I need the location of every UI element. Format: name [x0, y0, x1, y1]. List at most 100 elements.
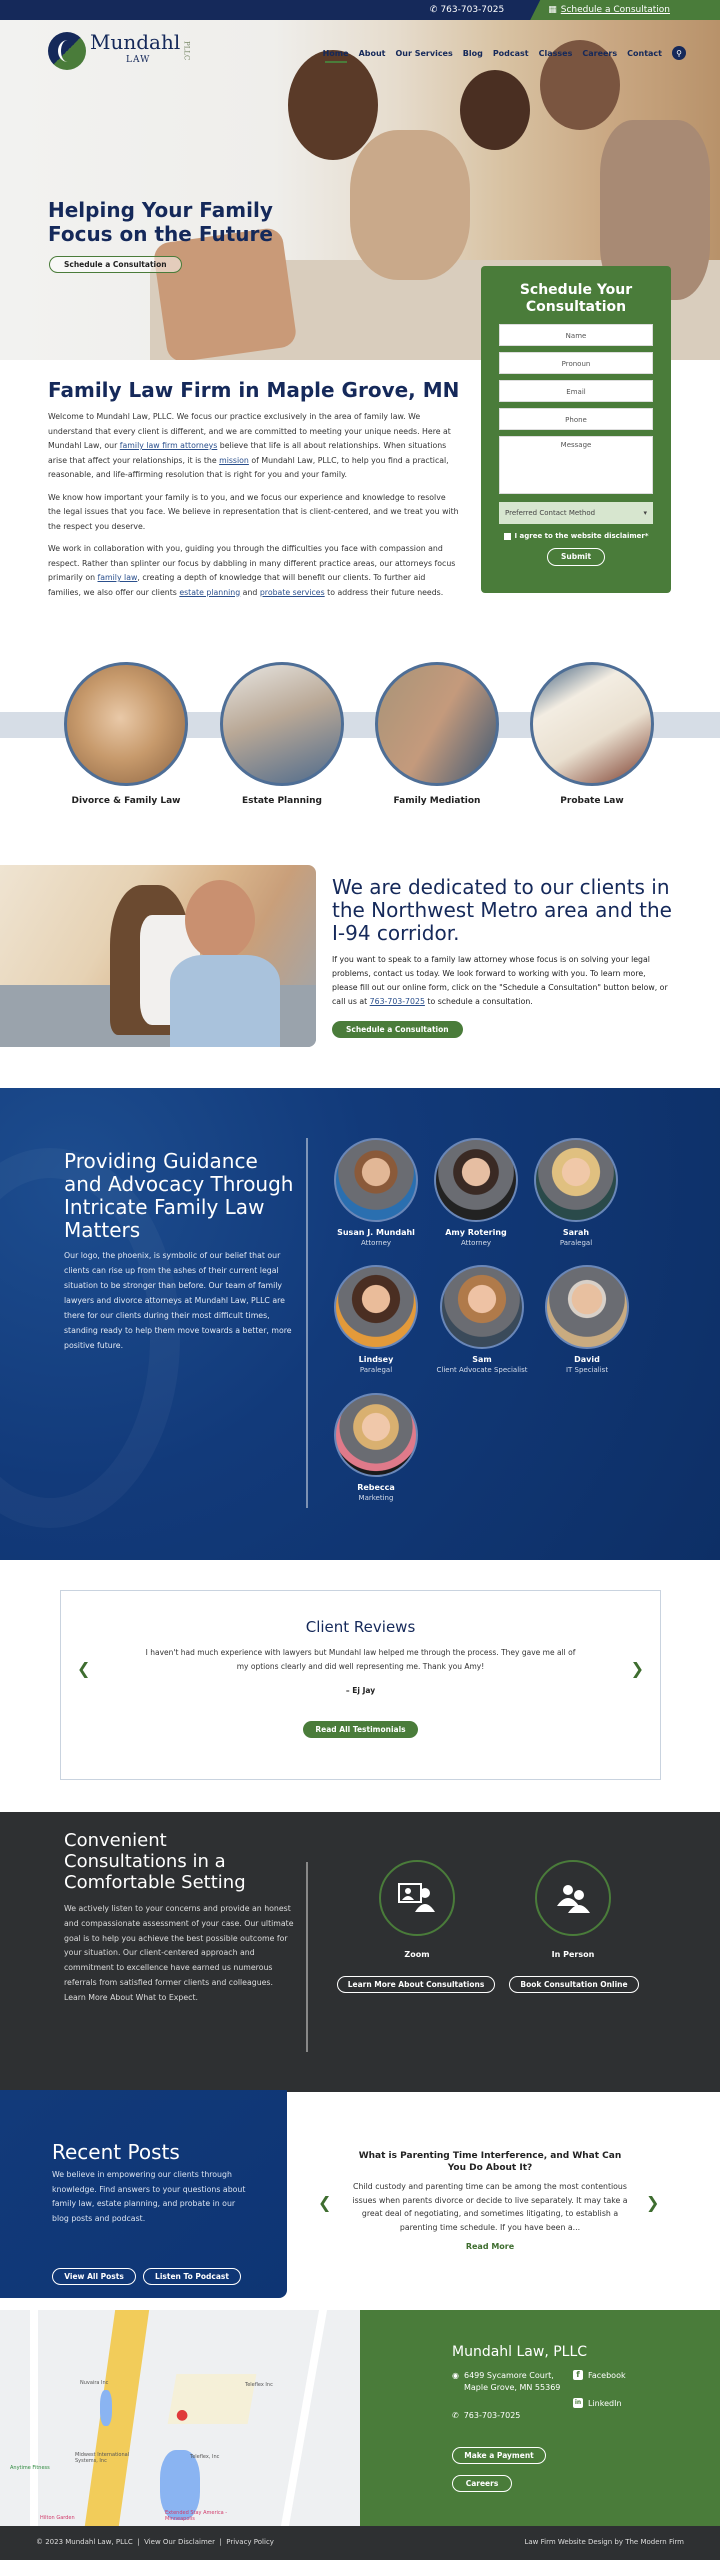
- read-more-link[interactable]: Read More: [350, 2242, 630, 2251]
- site-logo[interactable]: Mundahl LAW PLLC: [48, 32, 190, 70]
- phone-field[interactable]: Phone: [499, 408, 653, 430]
- nav-home[interactable]: Home: [323, 49, 349, 63]
- contact-method-select[interactable]: Preferred Contact Method ▾: [499, 502, 653, 524]
- team-member-photo: [545, 1265, 629, 1349]
- service-label: Estate Planning: [242, 796, 322, 806]
- nav-contact[interactable]: Contact: [627, 49, 662, 58]
- team-member[interactable]: Amy Rotering Attorney: [421, 1138, 531, 1247]
- submit-button[interactable]: Submit: [547, 548, 605, 566]
- map-lake: [100, 2390, 112, 2426]
- nav-classes[interactable]: Classes: [539, 49, 573, 58]
- message-field[interactable]: Message: [499, 436, 653, 494]
- main-nav: Home About Our Services Blog Podcast Cla…: [323, 46, 686, 63]
- video-call-icon: [398, 1883, 435, 1912]
- disclaimer-checkbox[interactable]: [503, 532, 511, 540]
- search-icon[interactable]: ⚲: [672, 46, 686, 60]
- facebook-link[interactable]: f Facebook: [573, 2370, 626, 2382]
- team-member[interactable]: Rebecca Marketing: [321, 1393, 431, 1502]
- phone-icon: ✆: [429, 5, 438, 15]
- consultation-form: Schedule Your Consultation Name Pronoun …: [481, 266, 671, 593]
- map-label: Teleflex, Inc: [190, 2454, 220, 2460]
- probate-services-link[interactable]: probate services: [260, 588, 325, 597]
- team-member-photo: [334, 1265, 418, 1349]
- team-member-name: Lindsey: [358, 1355, 394, 1364]
- chevron-right-icon[interactable]: ❯: [631, 1659, 644, 1678]
- dedicated-title: We are dedicated to our clients in the N…: [332, 875, 672, 945]
- service-divorce-family-law[interactable]: Divorce & Family Law: [64, 662, 188, 806]
- linkedin-link[interactable]: in LinkedIn: [573, 2398, 622, 2410]
- nav-our-services[interactable]: Our Services: [396, 49, 453, 58]
- calendar-icon: ▦: [548, 5, 557, 15]
- family-law-attorneys-link[interactable]: family law firm attorneys: [120, 441, 218, 450]
- chevron-left-icon[interactable]: ❮: [77, 1659, 90, 1678]
- footer-address[interactable]: ◉ 6499 Sycamore Court, Maple Grove, MN 55…: [452, 2370, 560, 2394]
- chevron-left-icon[interactable]: ❮: [318, 2193, 331, 2212]
- nav-blog[interactable]: Blog: [463, 49, 483, 58]
- map-pin-icon[interactable]: ●: [176, 2407, 188, 2423]
- location-map[interactable]: ● Nuvaira Inc Teleflex Inc Midwest Inter…: [0, 2310, 360, 2526]
- service-image: [64, 662, 188, 786]
- linkedin-icon: in: [573, 2398, 583, 2408]
- chevron-right-icon[interactable]: ❯: [646, 2193, 659, 2212]
- team-member[interactable]: Susan J. Mundahl Attorney: [321, 1138, 431, 1247]
- zoom-option[interactable]: [379, 1860, 455, 1936]
- team-member-name: Rebecca: [357, 1483, 395, 1492]
- estate-planning-link[interactable]: estate planning: [179, 588, 240, 597]
- blog-post-card: What is Parenting Time Interference, and…: [350, 2150, 630, 2251]
- team-member-role: IT Specialist: [565, 1366, 609, 1374]
- team-member-name: Amy Rotering: [445, 1228, 507, 1237]
- make-payment-button[interactable]: Make a Payment: [452, 2447, 546, 2464]
- team-member[interactable]: Sam Client Advocate Specialist: [427, 1265, 537, 1374]
- nav-careers[interactable]: Careers: [582, 49, 617, 58]
- divider: [306, 1138, 308, 1508]
- reviews-title: Client Reviews: [305, 1618, 416, 1636]
- service-estate-planning[interactable]: Estate Planning: [220, 662, 344, 806]
- top-bar: ✆ 763-703-7025 ▦ Schedule a Consultation: [0, 0, 720, 20]
- intro-paragraph-2: We know how important your family is to …: [48, 492, 459, 531]
- map-label: Nuvaira Inc: [80, 2380, 109, 2386]
- view-all-posts-button[interactable]: View All Posts: [52, 2268, 136, 2285]
- consult-text: We actively listen to your concerns and …: [64, 1904, 294, 2002]
- family-law-link[interactable]: family law: [98, 573, 138, 582]
- name-field[interactable]: Name: [499, 324, 653, 346]
- dedicated-section: We are dedicated to our clients in the N…: [332, 876, 672, 1038]
- team-member-role: Marketing: [358, 1494, 394, 1502]
- topbar-schedule-label: Schedule a Consultation: [560, 5, 670, 15]
- nav-podcast[interactable]: Podcast: [493, 49, 529, 58]
- careers-button[interactable]: Careers: [452, 2475, 512, 2492]
- team-member[interactable]: David IT Specialist: [532, 1265, 642, 1374]
- image-person: [185, 880, 255, 960]
- email-field[interactable]: Email: [499, 380, 653, 402]
- team-member-photo: [334, 1138, 418, 1222]
- mission-link[interactable]: mission: [219, 456, 249, 465]
- team-member[interactable]: Sarah Paralegal: [521, 1138, 631, 1247]
- service-family-mediation[interactable]: Family Mediation: [375, 662, 499, 806]
- listen-to-podcast-button[interactable]: Listen To Podcast: [143, 2268, 241, 2285]
- nav-about[interactable]: About: [359, 49, 386, 58]
- topbar-schedule-link[interactable]: ▦ Schedule a Consultation: [530, 0, 720, 20]
- service-label: Family Mediation: [393, 796, 481, 806]
- footer-phone[interactable]: ✆ 763-703-7025: [452, 2410, 520, 2422]
- hero-image-person: [350, 130, 470, 280]
- learn-more-consultations-button[interactable]: Learn More About Consultations: [337, 1976, 495, 1993]
- team-member-photo: [434, 1138, 518, 1222]
- team-member-photo: [440, 1265, 524, 1349]
- team-member[interactable]: Lindsey Paralegal: [321, 1265, 431, 1374]
- in-person-option[interactable]: [535, 1860, 611, 1936]
- service-probate-law[interactable]: Probate Law: [530, 662, 654, 806]
- phone-link[interactable]: 763-703-7025: [370, 997, 425, 1006]
- team-member-role: Attorney: [460, 1239, 492, 1247]
- topbar-phone-link[interactable]: ✆ 763-703-7025: [430, 5, 504, 15]
- address-line-1: 6499 Sycamore Court,: [463, 2371, 554, 2380]
- team-member-name: Sarah: [562, 1228, 590, 1237]
- design-credit-link[interactable]: Law Firm Website Design by The Modern Fi…: [524, 2538, 684, 2546]
- dedicated-schedule-button[interactable]: Schedule a Consultation: [332, 1021, 463, 1038]
- read-all-testimonials-button[interactable]: Read All Testimonials: [303, 1721, 418, 1738]
- privacy-policy-link[interactable]: Privacy Policy: [226, 2538, 274, 2546]
- review-quote: I haven't had much experience with lawye…: [145, 1648, 576, 1671]
- pronoun-field[interactable]: Pronoun: [499, 352, 653, 374]
- post-title[interactable]: What is Parenting Time Interference, and…: [350, 2150, 630, 2174]
- book-consultation-online-button[interactable]: Book Consultation Online: [509, 1976, 639, 1993]
- disclaimer-link[interactable]: View Our Disclaimer: [144, 2538, 215, 2546]
- hero-schedule-button[interactable]: Schedule a Consultation: [49, 256, 182, 273]
